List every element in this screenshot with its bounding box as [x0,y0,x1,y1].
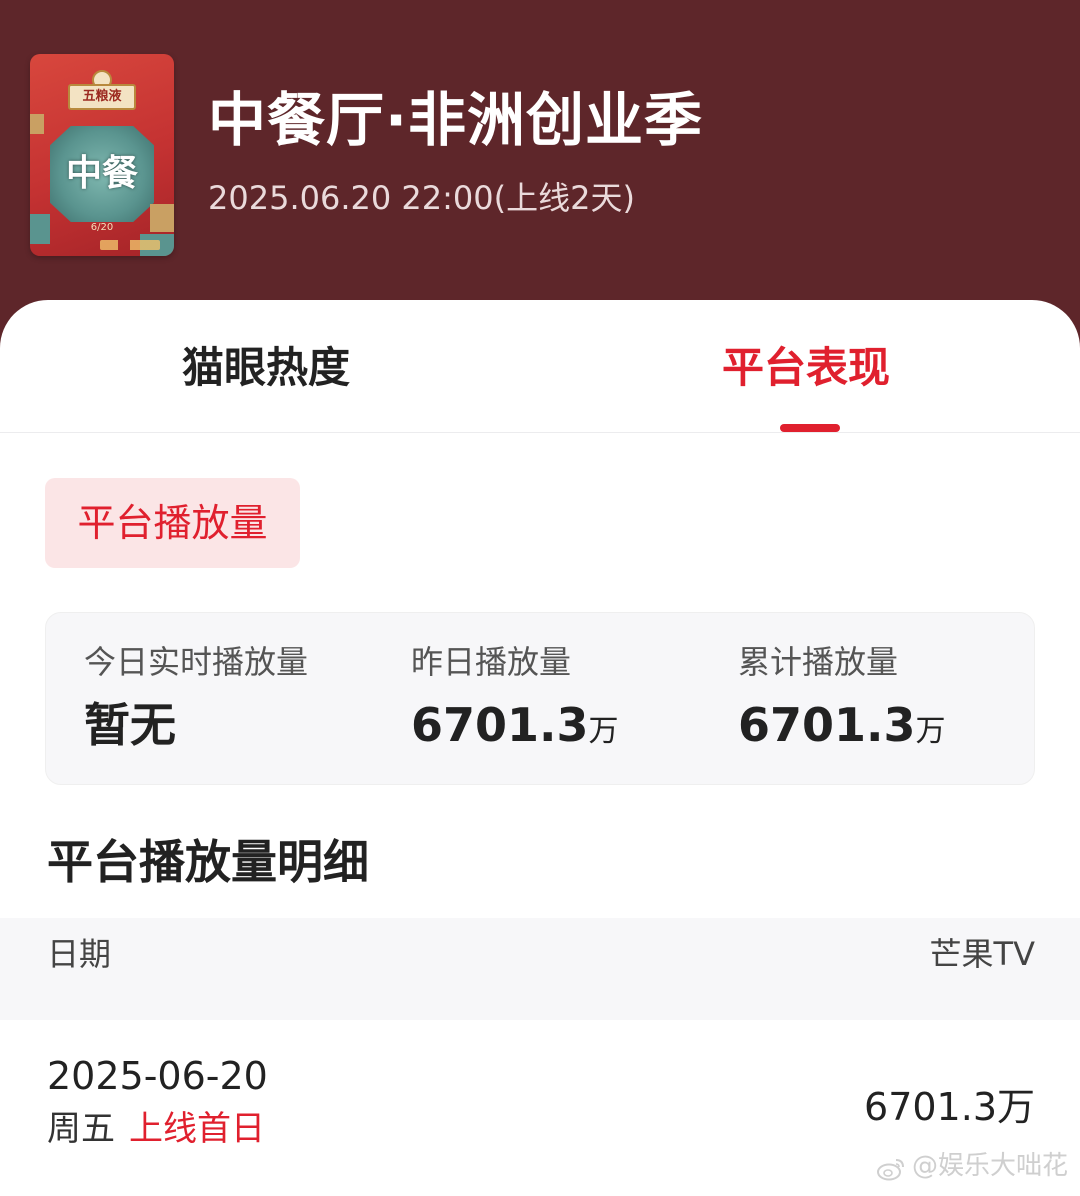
poster-title: 中餐厅 [50,126,154,222]
show-header: 五粮液 中餐厅 6/20 中餐厅·非洲创业季 2025.06.20 22:00(… [0,0,1080,320]
stat-yesterday-label: 昨日播放量 [411,643,572,681]
show-poster[interactable]: 五粮液 中餐厅 6/20 [30,54,174,256]
stat-total-label: 累计播放量 [738,643,899,681]
stat-yesterday-value: 6701.3万 [411,697,619,760]
stat-yesterday: 昨日播放量 6701.3万 [411,641,619,760]
poster-decoration [30,114,44,134]
stat-yesterday-unit: 万 [588,714,619,749]
stat-today-value: 暂无 [84,697,308,753]
stat-total-unit: 万 [915,714,946,749]
poster-decoration [30,214,50,244]
tab-platform-performance[interactable]: 平台表现 [722,338,890,398]
stat-total: 累计播放量 6701.3万 [738,641,946,760]
weibo-watermark: @娱乐大咄花 [876,1148,1068,1184]
poster-date: 6/20 [90,222,114,233]
row-mango-tv-value: 6701.3万 [864,1085,1035,1129]
show-title: 中餐厅·非洲创业季 [208,86,704,154]
table-header: 日期 芒果TV [0,918,1080,1020]
stat-today-number: 暂无 [84,698,176,752]
stats-summary: 今日实时播放量 暂无 昨日播放量 6701.3万 累计播放量 6701.3万 [45,612,1035,785]
poster-decoration [150,204,174,232]
show-release-info: 2025.06.20 22:00(上线2天) [208,179,635,217]
column-header-date: 日期 [47,935,112,973]
watermark-text: @娱乐大咄花 [911,1151,1068,1181]
stat-today: 今日实时播放量 暂无 [84,641,308,753]
tab-maoyan-heat[interactable]: 猫眼热度 [182,338,350,398]
row-weekday-text: 周五 [47,1109,115,1149]
weibo-icon [876,1155,906,1180]
content-card: 猫眼热度 平台表现 平台播放量 今日实时播放量 暂无 昨日播放量 6701.3万… [0,300,1080,1196]
row-launch-tag: 上线首日 [129,1109,265,1149]
poster-brand: 五粮液 [68,84,136,110]
platform-views-chip[interactable]: 平台播放量 [45,478,300,568]
detail-section-title: 平台播放量明细 [47,835,369,889]
active-tab-indicator [780,424,840,432]
poster-sponsor-logos [100,240,160,250]
stat-yesterday-number: 6701.3 [411,698,589,752]
stat-today-label: 今日实时播放量 [84,643,309,681]
stat-total-value: 6701.3万 [738,697,946,760]
row-weekday: 周五 上线首日 [47,1106,265,1152]
tab-bar: 猫眼热度 平台表现 [0,300,1080,433]
stat-total-number: 6701.3 [738,698,916,752]
row-date: 2025-06-20 [47,1054,268,1098]
column-header-mango-tv: 芒果TV [929,935,1035,973]
